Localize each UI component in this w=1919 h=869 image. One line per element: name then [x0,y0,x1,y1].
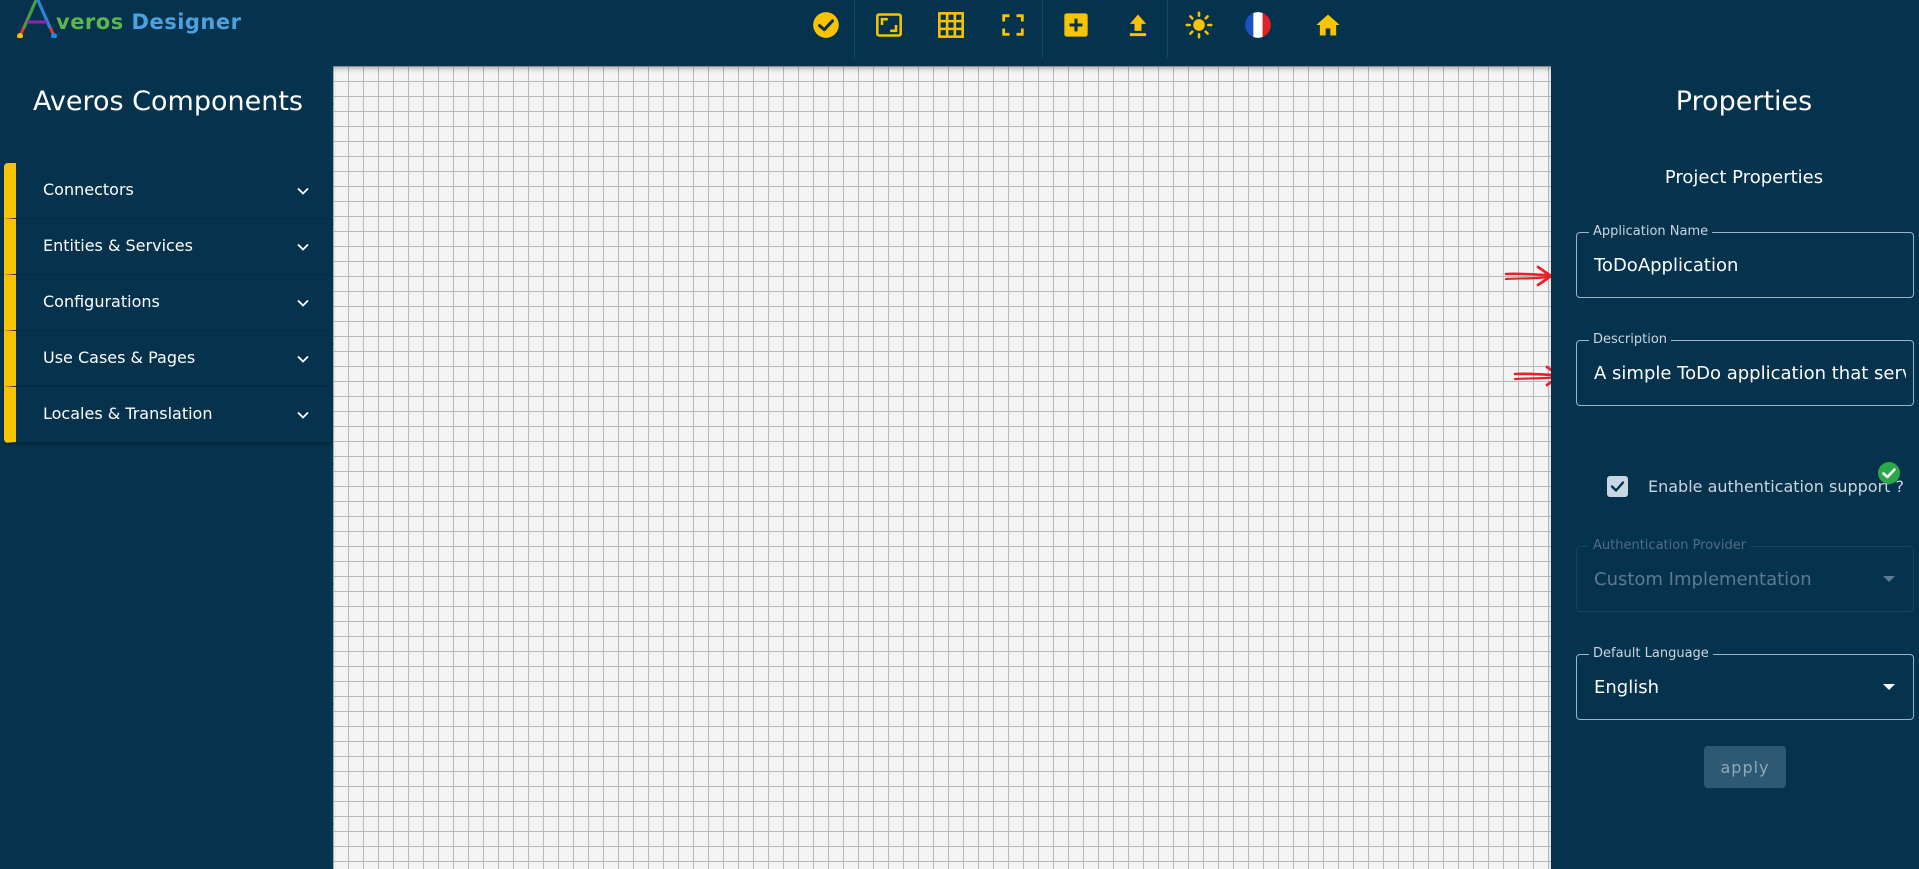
accordion-label: Entities & Services [43,236,193,255]
top-toolbar: veros Designer [0,0,1919,66]
home-icon[interactable] [1311,8,1345,42]
toolbar-divider [1042,0,1043,58]
design-canvas[interactable] [333,66,1551,869]
chevron-down-icon [297,299,309,307]
accordion-label: Locales & Translation [43,404,213,423]
chevron-down-icon [297,243,309,251]
add-icon[interactable] [1059,8,1093,42]
valid-check-icon [1878,462,1900,484]
auth-support-row: Enable authentication support ? [1607,472,1917,500]
description-field[interactable]: Description A simple ToDo application th… [1576,332,1914,406]
chevron-down-icon [297,187,309,195]
sidebar-title: Averos Components [33,86,303,117]
default-language-value[interactable]: English [1594,677,1906,698]
components-accordion: Connectors Entities & Services Configura… [4,163,332,443]
accordion-label: Connectors [43,180,134,199]
accordion-label: Use Cases & Pages [43,348,196,367]
default-language-select[interactable]: Default Language English [1576,646,1914,720]
accordion-label: Configurations [43,292,160,311]
accordion-item-locales-translation[interactable]: Locales & Translation [4,387,332,443]
fit-view-icon[interactable] [872,8,906,42]
auth-support-label: Enable authentication support ? [1648,477,1904,496]
properties-panel: Properties Project Properties Applicatio… [1551,66,1919,869]
field-label: Authentication Provider [1589,538,1751,553]
chevron-down-icon [297,411,309,419]
authentication-provider-select: Authentication Provider Custom Implement… [1576,538,1914,612]
description-input[interactable]: A simple ToDo application that serv [1594,363,1906,384]
authentication-provider-value: Custom Implementation [1594,569,1812,590]
auth-support-checkbox[interactable] [1607,476,1628,497]
validate-check-icon[interactable] [809,8,843,42]
grid-toggle-icon[interactable] [934,8,968,42]
dropdown-arrow-icon [1883,684,1895,690]
app-name: veros Designer [56,10,242,34]
theme-sun-icon[interactable] [1182,8,1216,42]
logo-word-designer: Designer [131,10,242,34]
field-label: Application Name [1589,224,1713,239]
application-name-input[interactable]: ToDoApplication [1594,255,1906,276]
components-sidebar: Averos Components Connectors Entities & … [0,66,332,869]
logo-word-averos: veros [56,10,124,34]
accordion-item-connectors[interactable]: Connectors [4,163,332,219]
dropdown-arrow-icon [1883,576,1895,582]
project-properties-subtitle: Project Properties [1664,167,1824,188]
chevron-down-icon [297,355,309,363]
field-label: Description [1589,332,1672,347]
field-label: Default Language [1589,646,1713,661]
toolbar-divider [854,0,855,58]
properties-title: Properties [1675,86,1813,117]
application-name-field[interactable]: Application Name ToDoApplication [1576,224,1914,298]
accordion-item-entities-services[interactable]: Entities & Services [4,219,332,275]
fullscreen-icon[interactable] [996,8,1030,42]
apply-button[interactable]: apply [1704,746,1786,788]
annotation-arrow-icon [1504,265,1553,287]
french-flag-icon[interactable] [1241,8,1275,42]
logo-a-mark-icon [17,0,57,38]
accordion-item-configurations[interactable]: Configurations [4,275,332,331]
accordion-item-use-cases-pages[interactable]: Use Cases & Pages [4,331,332,387]
upload-icon[interactable] [1121,8,1155,42]
checkmark-icon [1610,481,1625,492]
toolbar-divider [1167,0,1168,58]
